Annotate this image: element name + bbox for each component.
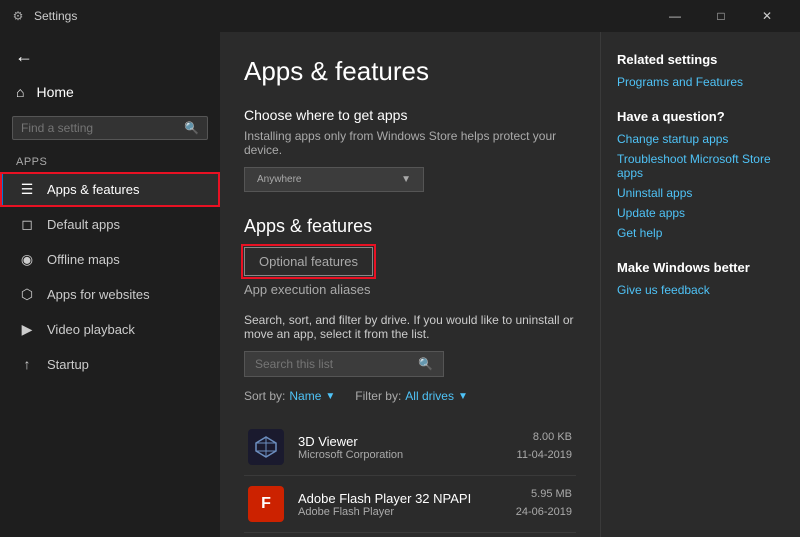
- filter-label: Filter by:: [355, 389, 401, 403]
- sidebar-item-video-playback[interactable]: ▶ Video playback: [0, 312, 220, 347]
- sidebar-search-input[interactable]: [21, 121, 178, 135]
- right-panel: Related settings Programs and Features H…: [600, 32, 800, 537]
- choose-subtitle: Choose where to get apps: [244, 107, 576, 123]
- dropdown-value: Anywhere: [257, 174, 301, 185]
- sidebar-item-apps-features-label: Apps & features: [47, 182, 140, 197]
- app-name: Adobe Flash Player 32 NPAPI: [298, 491, 502, 506]
- sort-label: Sort by:: [244, 389, 285, 403]
- back-button[interactable]: ←: [4, 36, 44, 76]
- sidebar-item-offline-maps-label: Offline maps: [47, 252, 120, 267]
- sort-filter-row: Sort by: Name ▼ Filter by: All drives ▼: [244, 389, 576, 403]
- maximize-button[interactable]: □: [698, 0, 744, 32]
- app-icon-3dviewer: [248, 429, 284, 465]
- sidebar-item-apps-features[interactable]: ☰ Apps & features: [0, 172, 220, 207]
- app-search-icon: 🔍: [418, 357, 433, 371]
- app-meta: 5.95 MB 24-06-2019: [516, 486, 572, 521]
- close-button[interactable]: ✕: [744, 0, 790, 32]
- title-bar-controls: — □ ✕: [652, 0, 790, 32]
- video-playback-icon: ▶: [19, 321, 35, 338]
- change-startup-link[interactable]: Change startup apps: [617, 132, 784, 146]
- sidebar-item-home[interactable]: ⌂ Home: [0, 76, 220, 108]
- default-apps-icon: ◻: [19, 216, 35, 233]
- sidebar-item-startup-label: Startup: [47, 357, 89, 372]
- dropdown-arrow: ▼: [401, 174, 411, 185]
- sidebar-item-apps-websites[interactable]: ⬡ Apps for websites: [0, 277, 220, 312]
- programs-features-link[interactable]: Programs and Features: [617, 75, 784, 89]
- apps-features-subtitle: Apps & features: [244, 216, 576, 237]
- optional-features-button[interactable]: Optional features: [244, 247, 373, 276]
- home-label: Home: [36, 84, 73, 100]
- app-date: 11-04-2019: [517, 447, 572, 465]
- startup-icon: ↑: [19, 356, 35, 372]
- sidebar-section-label: Apps: [0, 148, 220, 172]
- sort-value: Name: [289, 389, 321, 403]
- give-feedback-link[interactable]: Give us feedback: [617, 283, 784, 297]
- content-area: Apps & features Choose where to get apps…: [220, 32, 600, 537]
- app-name: 3D Viewer: [298, 434, 503, 449]
- troubleshoot-store-link[interactable]: Troubleshoot Microsoft Store apps: [617, 152, 784, 180]
- sidebar-item-default-apps[interactable]: ◻ Default apps: [0, 207, 220, 242]
- table-row[interactable]: 3D Viewer Microsoft Corporation 8.00 KB …: [244, 419, 576, 476]
- make-windows-better-title: Make Windows better: [617, 260, 784, 275]
- app-size: 5.95 MB: [516, 486, 572, 504]
- title-bar-title: Settings: [34, 9, 77, 23]
- table-row[interactable]: F Adobe Flash Player 32 NPAPI Adobe Flas…: [244, 476, 576, 533]
- offline-maps-icon: ◉: [19, 251, 35, 268]
- app-info-flash-npapi: Adobe Flash Player 32 NPAPI Adobe Flash …: [298, 491, 502, 518]
- related-settings-title: Related settings: [617, 52, 784, 67]
- get-help-link[interactable]: Get help: [617, 226, 784, 240]
- app-size: 8.00 KB: [517, 429, 572, 447]
- app-search-bar[interactable]: 🔍: [244, 351, 444, 377]
- app-meta: 8.00 KB 11-04-2019: [517, 429, 572, 464]
- filter-arrow-icon: ▼: [458, 391, 468, 402]
- title-bar: ⚙ Settings — □ ✕: [0, 0, 800, 32]
- apps-features-icon: ☰: [19, 181, 35, 198]
- table-row[interactable]: F Adobe Flash Player 32 PPAPI Adobe Flas…: [244, 533, 576, 537]
- uninstall-apps-link[interactable]: Uninstall apps: [617, 186, 784, 200]
- page-title: Apps & features: [244, 56, 576, 87]
- have-question-section: Have a question? Change startup apps Tro…: [617, 109, 784, 240]
- filter-value: All drives: [405, 389, 454, 403]
- sidebar-item-apps-websites-label: Apps for websites: [47, 287, 150, 302]
- app-list: 3D Viewer Microsoft Corporation 8.00 KB …: [244, 419, 576, 537]
- title-bar-left: ⚙ Settings: [10, 8, 77, 24]
- sidebar-item-offline-maps[interactable]: ◉ Offline maps: [0, 242, 220, 277]
- apps-websites-icon: ⬡: [19, 286, 35, 303]
- main-layout: ← ⌂ Home 🔍 Apps ☰ Apps & features ◻ Defa…: [0, 32, 800, 537]
- make-windows-better-section: Make Windows better Give us feedback: [617, 260, 784, 297]
- sidebar-search[interactable]: 🔍: [12, 116, 208, 140]
- app-search-input[interactable]: [255, 357, 418, 371]
- app-publisher: Adobe Flash Player: [298, 506, 502, 518]
- filter-by-control[interactable]: Filter by: All drives ▼: [355, 389, 468, 403]
- minimize-button[interactable]: —: [652, 0, 698, 32]
- settings-icon: ⚙: [10, 8, 26, 24]
- app-publisher: Microsoft Corporation: [298, 449, 503, 461]
- sidebar-item-video-playback-label: Video playback: [47, 322, 135, 337]
- search-icon: 🔍: [184, 121, 199, 135]
- update-apps-link[interactable]: Update apps: [617, 206, 784, 220]
- home-icon: ⌂: [16, 84, 24, 100]
- app-date: 24-06-2019: [516, 504, 572, 522]
- app-icon-flash-npapi: F: [248, 486, 284, 522]
- sort-arrow-icon: ▼: [325, 391, 335, 402]
- related-settings-section: Related settings Programs and Features: [617, 52, 784, 89]
- app-info-3dviewer: 3D Viewer Microsoft Corporation: [298, 434, 503, 461]
- search-description: Search, sort, and filter by drive. If yo…: [244, 313, 576, 341]
- sidebar: ← ⌂ Home 🔍 Apps ☰ Apps & features ◻ Defa…: [0, 32, 220, 537]
- sidebar-item-startup[interactable]: ↑ Startup: [0, 347, 220, 381]
- sidebar-item-default-apps-label: Default apps: [47, 217, 120, 232]
- have-question-title: Have a question?: [617, 109, 784, 124]
- apps-source-dropdown[interactable]: Anywhere ▼: [244, 167, 424, 192]
- app-execution-link[interactable]: App execution aliases: [244, 282, 576, 297]
- choose-desc: Installing apps only from Windows Store …: [244, 129, 576, 157]
- sort-by-control[interactable]: Sort by: Name ▼: [244, 389, 335, 403]
